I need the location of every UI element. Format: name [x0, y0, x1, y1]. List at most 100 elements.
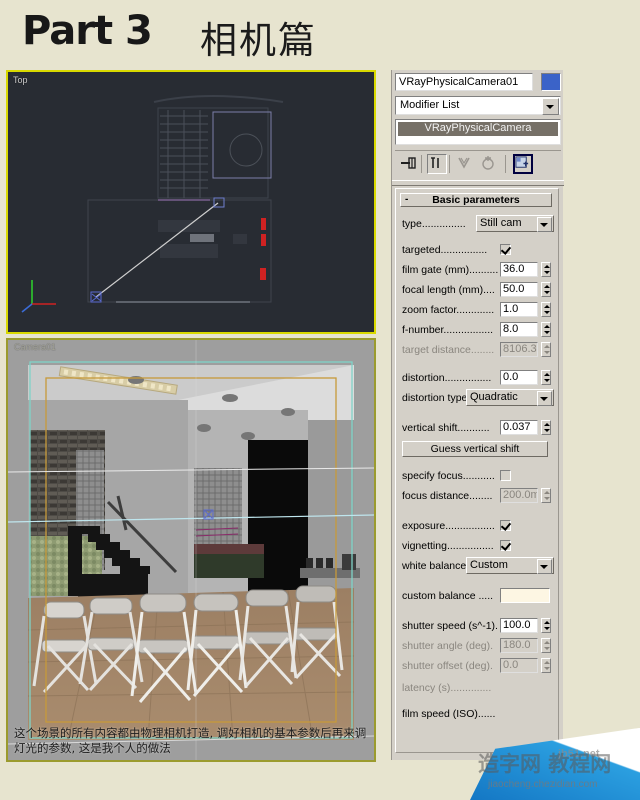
shutter-offset-field: 0.0: [500, 658, 538, 673]
focal-length-spinner[interactable]: [541, 282, 551, 297]
white-balance-value: Custom: [470, 559, 508, 571]
param-vertical-shift: vertical shift........... 0.037: [402, 420, 554, 437]
modifier-list-label: Modifier List: [400, 99, 460, 111]
param-target-distance: target distance........ 8106.3(: [402, 342, 554, 359]
param-label: focus distance........: [402, 490, 493, 502]
param-custom-balance: custom balance .....: [402, 588, 554, 605]
param-focus-distance: focus distance........ 200.0m: [402, 488, 554, 505]
target-distance-spinner: [541, 342, 551, 357]
modifier-stack-toolbar: [395, 150, 561, 177]
film-gate-field[interactable]: 36.0: [500, 262, 538, 277]
zoom-factor-spinner[interactable]: [541, 302, 551, 317]
targeted-checkbox[interactable]: [500, 244, 511, 255]
top-viewport-wireframe: [8, 72, 374, 332]
param-label: target distance........: [402, 344, 495, 356]
focal-length-field[interactable]: 50.0: [500, 282, 538, 297]
param-f-number: f-number................. 8.0: [402, 322, 554, 339]
vignetting-checkbox[interactable]: [500, 540, 511, 551]
param-shutter-speed: shutter speed (s^-1). 100.0: [402, 618, 554, 635]
white-balance-combo[interactable]: Custom: [466, 557, 554, 574]
zoom-factor-field[interactable]: 1.0: [500, 302, 538, 317]
param-label: shutter angle (deg).: [402, 640, 494, 652]
focus-distance-spinner: [541, 488, 551, 503]
distortion-spinner[interactable]: [541, 370, 551, 385]
exposure-checkbox[interactable]: [500, 520, 511, 531]
basic-parameters-rollout: - Basic parameters type............... S…: [395, 188, 559, 753]
param-exposure: exposure.................: [402, 519, 554, 535]
chevron-down-icon[interactable]: [537, 391, 552, 406]
object-name-field[interactable]: VRayPhysicalCamera01: [395, 73, 533, 91]
viewport-camera[interactable]: Camera01 这个场景的所有内容都由物理相机打造, 调好相机的基本参数后再来…: [6, 338, 376, 762]
param-label: latency (s)..............: [402, 682, 492, 694]
film-gate-spinner[interactable]: [541, 262, 551, 277]
distortion-field[interactable]: 0.0: [500, 370, 538, 385]
rollout-title: Basic parameters: [432, 194, 520, 206]
object-color-swatch[interactable]: [541, 73, 561, 91]
param-label: vignetting................: [402, 540, 494, 552]
param-label: zoom factor.............: [402, 304, 495, 316]
param-shutter-angle: shutter angle (deg). 180.0: [402, 638, 554, 655]
param-shutter-offset: shutter offset (deg). 0.0: [402, 658, 554, 675]
param-label: distortion type.: [402, 392, 471, 404]
chevron-down-icon[interactable]: [537, 217, 552, 232]
panel-divider: [392, 180, 564, 186]
modifier-stack-item[interactable]: VRayPhysicalCamera: [398, 122, 558, 136]
remove-modifier-icon[interactable]: [479, 154, 499, 174]
param-zoom-factor: zoom factor............. 1.0: [402, 302, 554, 319]
param-label: focal length (mm)....: [402, 284, 495, 296]
make-unique-icon[interactable]: [455, 154, 475, 174]
viewport-top[interactable]: Top: [6, 70, 376, 334]
param-distortion-type: distortion type. Quadratic: [402, 389, 554, 407]
shutter-offset-spinner: [541, 658, 551, 673]
chevron-down-icon[interactable]: [537, 559, 552, 574]
watermark-english: jiaocheng.chezidian.com: [488, 779, 598, 790]
focus-distance-field: 200.0m: [500, 488, 538, 503]
param-label: targeted................: [402, 244, 488, 256]
shutter-speed-field[interactable]: 100.0: [500, 618, 538, 633]
custom-balance-swatch[interactable]: [500, 588, 550, 603]
param-latency: latency (s)..............: [402, 681, 554, 697]
specify-focus-checkbox[interactable]: [500, 470, 511, 481]
param-label: distortion................: [402, 372, 492, 384]
param-targeted: targeted................: [402, 243, 554, 259]
param-label: shutter speed (s^-1).: [402, 620, 498, 632]
vertical-shift-spinner[interactable]: [541, 420, 551, 435]
shutter-angle-field: 180.0: [500, 638, 538, 653]
shutter-angle-spinner: [541, 638, 551, 653]
param-label: specify focus...........: [402, 470, 495, 482]
show-end-result-icon[interactable]: [427, 154, 447, 174]
type-combo-value: Still cam: [480, 217, 522, 229]
distortion-type-combo[interactable]: Quadratic: [466, 389, 554, 406]
param-white-balance: white balance Custom: [402, 557, 554, 575]
rollout-header[interactable]: - Basic parameters: [400, 193, 552, 207]
modifier-list-dropdown[interactable]: Modifier List: [395, 96, 561, 115]
param-vignetting: vignetting................: [402, 539, 554, 555]
param-label: shutter offset (deg).: [402, 660, 493, 672]
shutter-speed-spinner[interactable]: [541, 618, 551, 633]
type-combo[interactable]: Still cam: [476, 215, 554, 232]
param-label: vertical shift...........: [402, 422, 490, 434]
pin-stack-icon[interactable]: [399, 154, 419, 174]
param-distortion: distortion................ 0.0: [402, 370, 554, 387]
param-label: exposure.................: [402, 520, 495, 532]
param-specify-focus: specify focus...........: [402, 469, 554, 485]
guess-vertical-shift-button[interactable]: Guess vertical shift: [402, 441, 548, 457]
vertical-shift-field[interactable]: 0.037: [500, 420, 538, 435]
modifier-stack[interactable]: VRayPhysicalCamera: [395, 119, 561, 145]
configure-modifier-sets-icon[interactable]: [513, 154, 533, 174]
param-label: film gate (mm)..........: [402, 264, 499, 276]
target-distance-field: 8106.3(: [500, 342, 538, 357]
watermark-site: jb51.net: [558, 748, 600, 760]
object-name-row: VRayPhysicalCamera01: [395, 73, 561, 93]
viewport-top-label: Top: [13, 75, 28, 85]
scene-caption: 这个场景的所有内容都由物理相机打造, 调好相机的基本参数后再来调灯光的参数, 这…: [14, 726, 367, 755]
param-label: type...............: [402, 218, 466, 230]
distortion-type-value: Quadratic: [470, 391, 518, 403]
param-focal-length: focal length (mm).... 50.0: [402, 282, 554, 299]
f-number-spinner[interactable]: [541, 322, 551, 337]
collapse-icon[interactable]: -: [405, 194, 408, 206]
page-header: Part 3 相机篇: [0, 0, 640, 68]
param-label: custom balance .....: [402, 590, 494, 602]
f-number-field[interactable]: 8.0: [500, 322, 538, 337]
chevron-down-icon[interactable]: [542, 98, 559, 115]
